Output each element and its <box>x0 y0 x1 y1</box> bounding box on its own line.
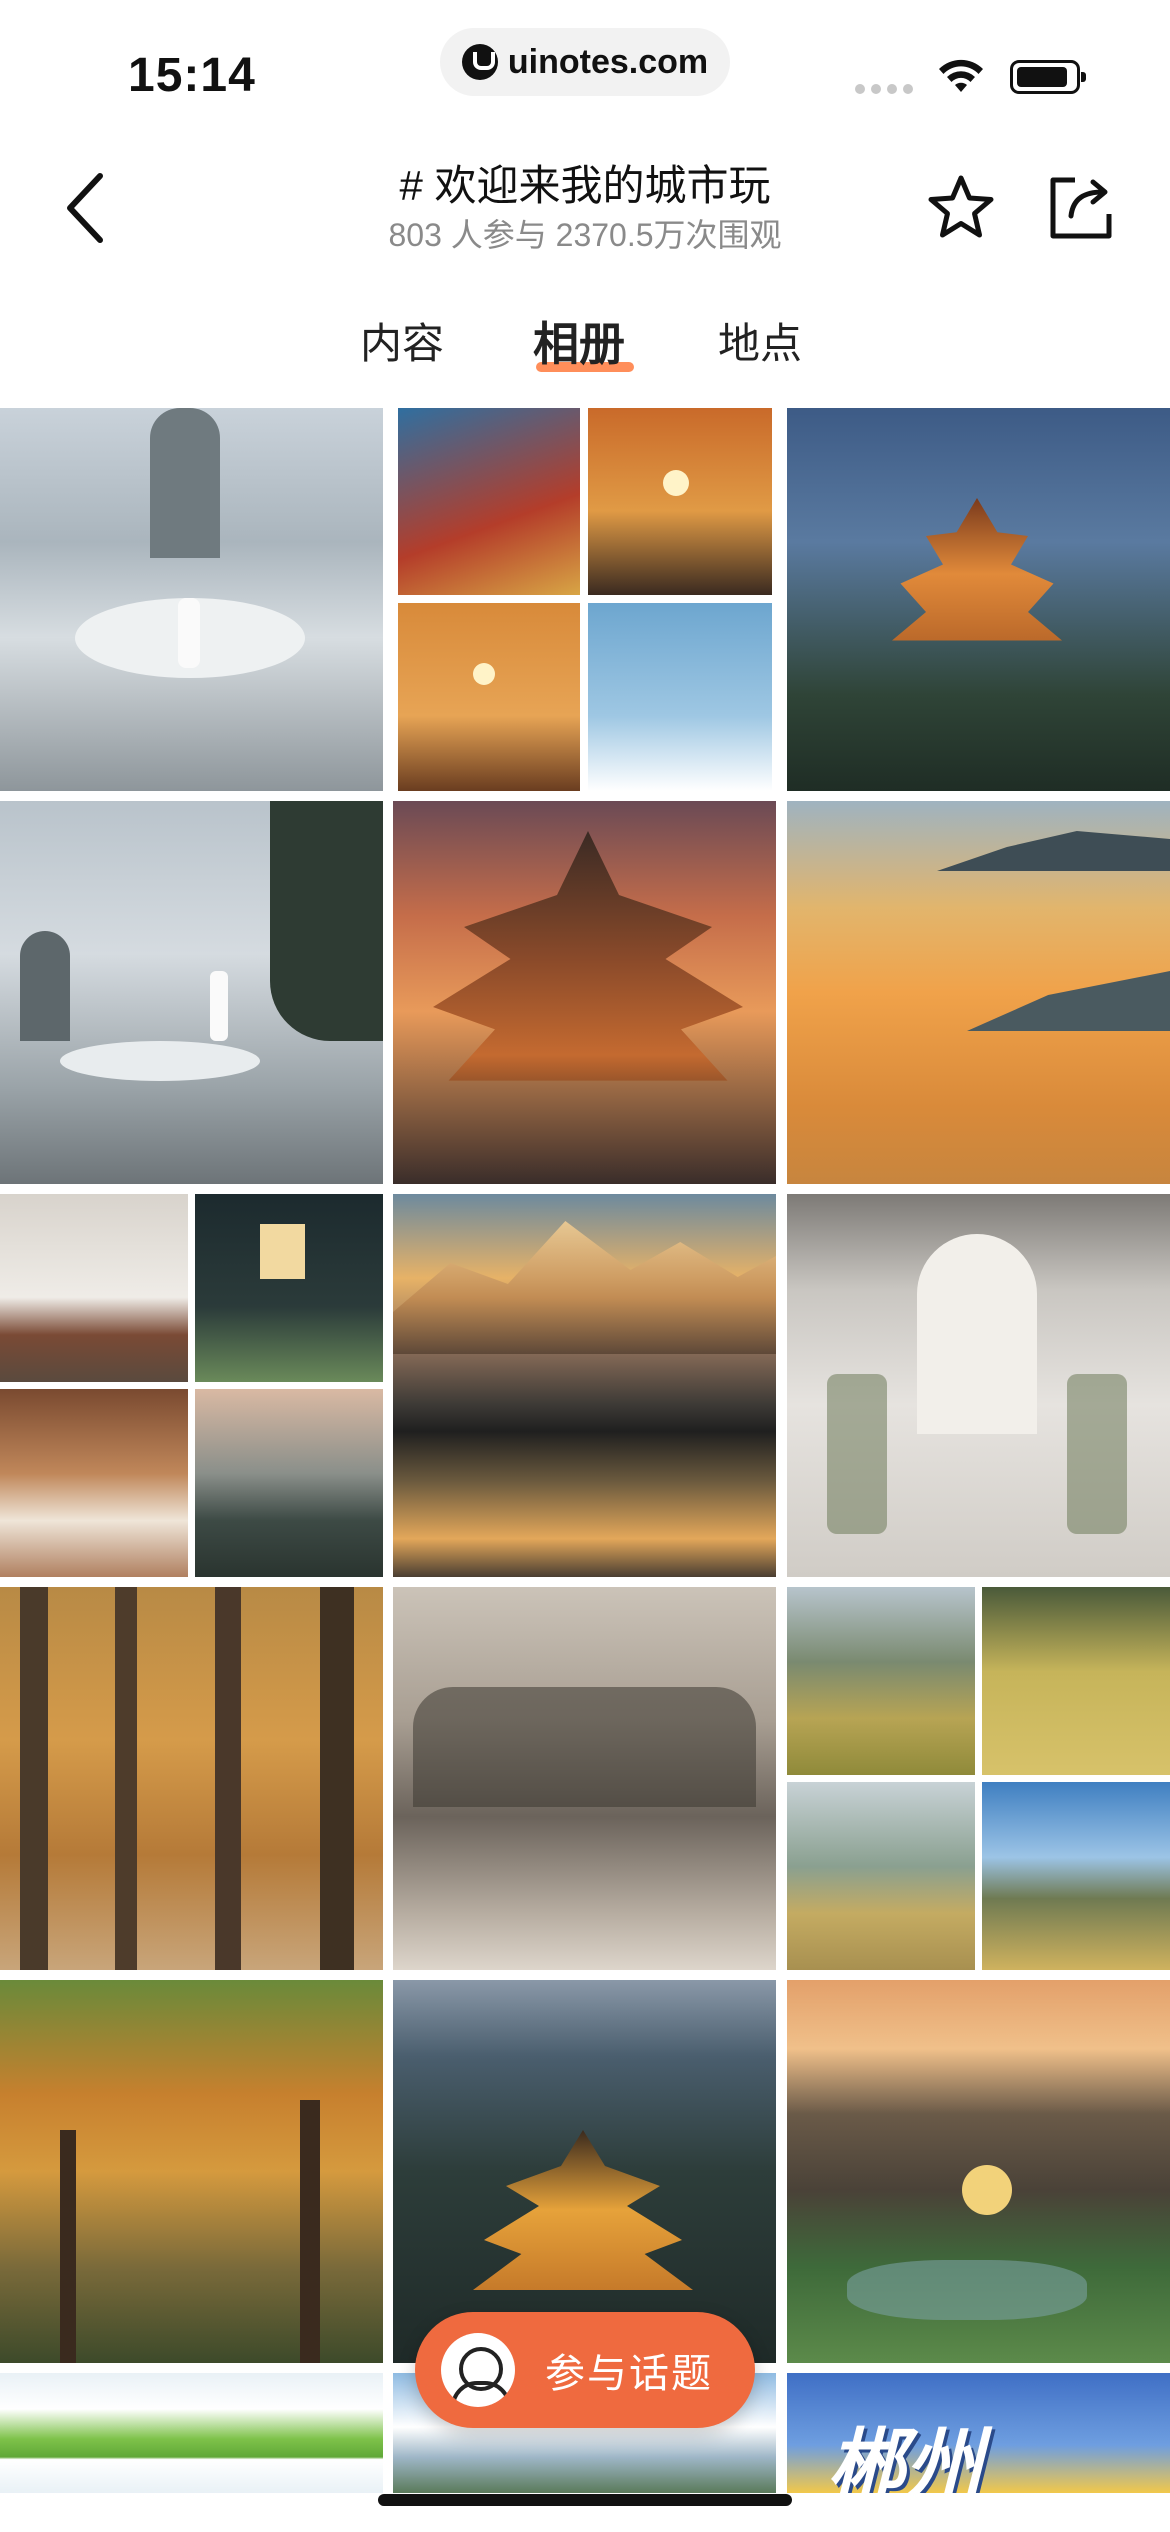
join-topic-button[interactable]: 参与话题 <box>415 2312 755 2428</box>
photo-tile-wheat-collage[interactable] <box>787 1587 1170 1970</box>
photo-tile-misty-lotus[interactable] <box>0 408 383 791</box>
user-avatar-icon <box>441 2333 515 2407</box>
photo-tile-snow-mountain-reflection[interactable] <box>393 1194 776 1577</box>
share-icon[interactable] <box>1045 172 1117 244</box>
tab-album[interactable]: 相册 <box>533 308 625 374</box>
status-bar: 15:14 uinotes.com <box>0 0 1170 130</box>
photo-tile-city-night-pagoda[interactable] <box>393 1980 776 2363</box>
photo-tile-illuminated-pagoda[interactable] <box>787 408 1170 791</box>
photo-tile-autumn-forest[interactable] <box>0 1980 383 2363</box>
photo-tile-temple-collage[interactable] <box>398 408 772 791</box>
home-indicator[interactable] <box>378 2494 792 2506</box>
photo-tile-chenzhou-poster[interactable]: 郴州 <box>787 2373 1170 2493</box>
photo-tile-wedding-hall[interactable] <box>787 1194 1170 1577</box>
url-text: uinotes.com <box>507 42 709 81</box>
photo-tile-cypress-forest[interactable] <box>0 1587 383 1970</box>
status-time: 15:14 <box>128 49 256 102</box>
cellular-signal-icon <box>855 84 913 94</box>
photo-tile-misty-village[interactable] <box>393 1587 776 1970</box>
photo-tile-green-meadow[interactable] <box>0 2373 383 2493</box>
wifi-icon <box>939 59 983 92</box>
photo-tile-pagoda-sunset[interactable] <box>393 801 776 1184</box>
star-icon[interactable] <box>925 172 997 244</box>
join-topic-label: 参与话题 <box>545 2352 713 2396</box>
site-logo-icon <box>461 44 498 80</box>
photo-tile-woman-lotus-pond[interactable] <box>0 801 383 1184</box>
tab-content[interactable]: 内容 <box>360 310 444 371</box>
photo-tile-garden-temple[interactable] <box>787 1980 1170 2363</box>
url-pill[interactable]: uinotes.com <box>440 28 730 96</box>
battery-icon <box>1010 60 1086 94</box>
photo-tile-golden-lake[interactable] <box>787 801 1170 1184</box>
topic-header: # 欢迎来我的城市玩 803 人参与 2370.5万次围观 <box>0 130 1170 280</box>
photo-tile-hotel-dining[interactable] <box>0 1194 383 1577</box>
tab-places[interactable]: 地点 <box>718 310 802 371</box>
tab-bar: 内容 相册 地点 <box>0 300 1170 380</box>
chenzhou-poster-text: 郴州 <box>827 2421 984 2493</box>
